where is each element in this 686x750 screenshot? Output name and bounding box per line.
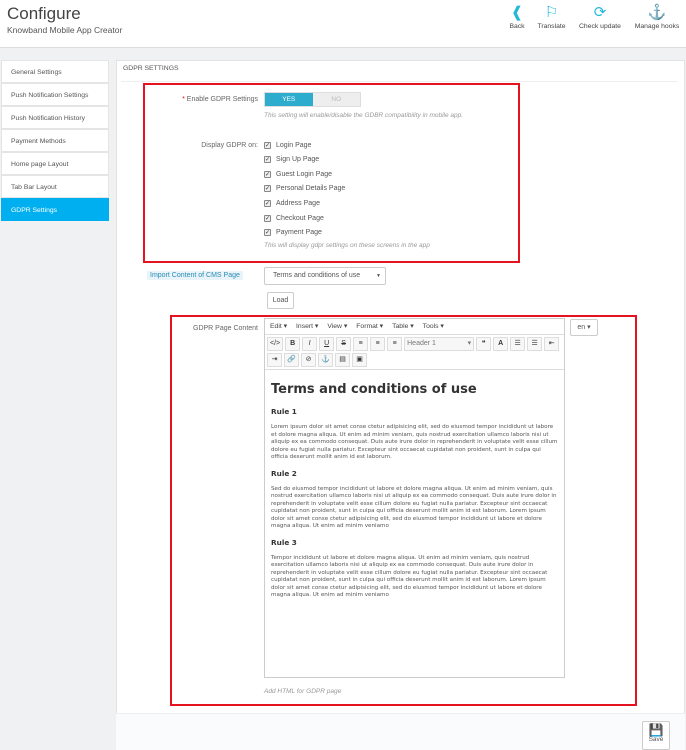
link-icon[interactable]: 🔗 xyxy=(284,353,299,367)
block-format-select[interactable]: Header 1 ▾ xyxy=(404,337,475,351)
underline-icon[interactable]: U xyxy=(319,337,335,351)
rule-heading: Rule 1 xyxy=(271,407,297,416)
numbered-list-icon[interactable]: ☰ xyxy=(527,337,543,351)
translate-button[interactable]: ⚐ Translate xyxy=(533,3,570,30)
bullet-list-icon[interactable]: ☰ xyxy=(510,337,526,351)
checkbox-icon[interactable]: ✓ xyxy=(264,141,271,149)
editor-menu-table[interactable]: Table ▾ xyxy=(392,322,414,331)
strikethrough-icon[interactable]: S xyxy=(336,337,352,351)
editor-menu-insert[interactable]: Insert ▾ xyxy=(296,322,318,331)
enable-gdpr-label: * Enable GDPR Settings xyxy=(182,96,258,103)
checkbox-icon[interactable]: ✓ xyxy=(264,185,271,193)
anchor-icon[interactable]: ⚓ xyxy=(318,353,333,367)
image-icon[interactable]: ▣ xyxy=(352,353,367,367)
editor-content[interactable]: Terms and conditions of use Rule 1 Lorem… xyxy=(265,370,564,612)
gdpr-content-help: Add HTML for GDPR page xyxy=(264,688,342,695)
bold-icon[interactable]: B xyxy=(285,337,301,351)
editor-menu-view[interactable]: View ▾ xyxy=(327,322,347,331)
display-option-checkbox[interactable]: ✓ Payment Page xyxy=(264,228,322,238)
checkbox-icon[interactable]: ✓ xyxy=(264,156,271,164)
sidebar-item-push-notification-history[interactable]: Push Notification History xyxy=(1,106,109,129)
display-option-checkbox[interactable]: ✓ Sign Up Page xyxy=(264,155,319,165)
sidebar-item-payment-methods[interactable]: Payment Methods xyxy=(1,129,109,152)
save-icon: 💾 xyxy=(648,723,664,737)
display-gdpr-label: Display GDPR on: xyxy=(201,142,258,149)
align-center-icon[interactable]: ≡ xyxy=(370,337,386,351)
sidebar-item-general-settings[interactable]: General Settings xyxy=(1,60,109,83)
outdent-icon[interactable]: ⇤ xyxy=(544,337,560,351)
unlink-icon[interactable]: ⊘ xyxy=(301,353,316,367)
display-option-checkbox[interactable]: ✓ Checkout Page xyxy=(264,213,324,223)
flag-icon: ⚐ xyxy=(544,4,559,21)
source-code-icon[interactable]: </> xyxy=(267,337,284,351)
panel-footer xyxy=(116,713,685,750)
checkbox-icon[interactable]: ✓ xyxy=(264,214,271,222)
rule-text: Lorem ipsum dolor sit amet conse ctetur … xyxy=(271,424,558,460)
refresh-icon: ⟳ xyxy=(593,4,607,21)
blockquote-icon[interactable]: ❝ xyxy=(476,337,492,351)
rich-text-editor[interactable]: Edit ▾ Insert ▾ View ▾ Format ▾ Table ▾ Tools… xyxy=(264,318,565,678)
display-gdpr-help: This will display gdpr settings on these… xyxy=(264,242,430,249)
sidebar-item-push-notification-settings[interactable]: Push Notification Settings xyxy=(1,83,109,106)
document-title: Terms and conditions of use xyxy=(271,382,477,397)
media-icon[interactable]: ▤ xyxy=(335,353,350,367)
enable-gdpr-toggle[interactable]: YES NO xyxy=(264,92,361,107)
import-cms-label: Import Content of CMS Page xyxy=(147,271,243,280)
checkbox-icon[interactable]: ✓ xyxy=(264,199,271,207)
save-button[interactable]: 💾 Save xyxy=(642,721,670,750)
rule-text: Tempor incididunt ut labore et dolore ma… xyxy=(271,554,548,599)
rule-heading: Rule 3 xyxy=(271,537,297,547)
sidebar-item-tab-bar-layout[interactable]: Tab Bar Layout xyxy=(1,175,109,198)
text-color-icon[interactable]: A xyxy=(493,337,509,351)
sidebar: General Settings Push Notification Setti… xyxy=(1,60,109,221)
editor-menu-format[interactable]: Format ▾ xyxy=(356,322,383,331)
editor-menu-edit[interactable]: Edit ▾ xyxy=(270,322,287,331)
page-subtitle: Knowband Mobile App Creator xyxy=(7,25,123,35)
toggle-no[interactable]: NO xyxy=(313,93,361,106)
italic-icon[interactable]: I xyxy=(302,337,318,351)
manage-hooks-button[interactable]: ⚓ Manage hooks xyxy=(630,3,684,30)
back-icon: ❰ xyxy=(510,4,524,21)
toggle-yes[interactable]: YES xyxy=(265,93,313,106)
language-dropdown[interactable]: en ▾ xyxy=(570,319,598,336)
load-button[interactable]: Load xyxy=(267,292,294,309)
cms-page-select[interactable]: Terms and conditions of use ▼ xyxy=(264,267,386,285)
display-option-checkbox[interactable]: ✓ Login Page xyxy=(264,140,311,150)
rule-heading: Rule 2 xyxy=(271,468,297,478)
checkbox-icon[interactable]: ✓ xyxy=(264,170,271,178)
rule-text: Sed do eiusmod tempor incididunt ut labo… xyxy=(271,485,557,530)
sidebar-item-gdpr-settings[interactable]: GDPR Settings xyxy=(1,198,109,221)
editor-menu-tools[interactable]: Tools ▾ xyxy=(423,322,444,331)
gdpr-content-label: GDPR Page Content xyxy=(193,325,258,332)
enable-gdpr-help: This setting will enable/disable the GDB… xyxy=(264,112,464,119)
caret-down-icon: ▼ xyxy=(376,273,381,279)
anchor-icon: ⚓ xyxy=(647,4,667,21)
page-title: Configure xyxy=(7,4,81,23)
display-option-checkbox[interactable]: ✓ Address Page xyxy=(264,198,320,208)
checkbox-icon[interactable]: ✓ xyxy=(264,229,271,237)
display-option-checkbox[interactable]: ✓ Personal Details Page xyxy=(264,184,345,194)
align-left-icon[interactable]: ≡ xyxy=(353,337,369,351)
display-option-checkbox[interactable]: ✓ Guest Login Page xyxy=(264,169,332,179)
check-update-button[interactable]: ⟳ Check update xyxy=(574,3,626,30)
align-right-icon[interactable]: ≡ xyxy=(387,337,403,351)
indent-icon[interactable]: ⇥ xyxy=(267,353,282,367)
back-button[interactable]: ❰ Back xyxy=(506,3,528,30)
sidebar-item-home-page-layout[interactable]: Home page Layout xyxy=(1,152,109,175)
panel-heading: GDPR SETTINGS xyxy=(121,65,678,82)
